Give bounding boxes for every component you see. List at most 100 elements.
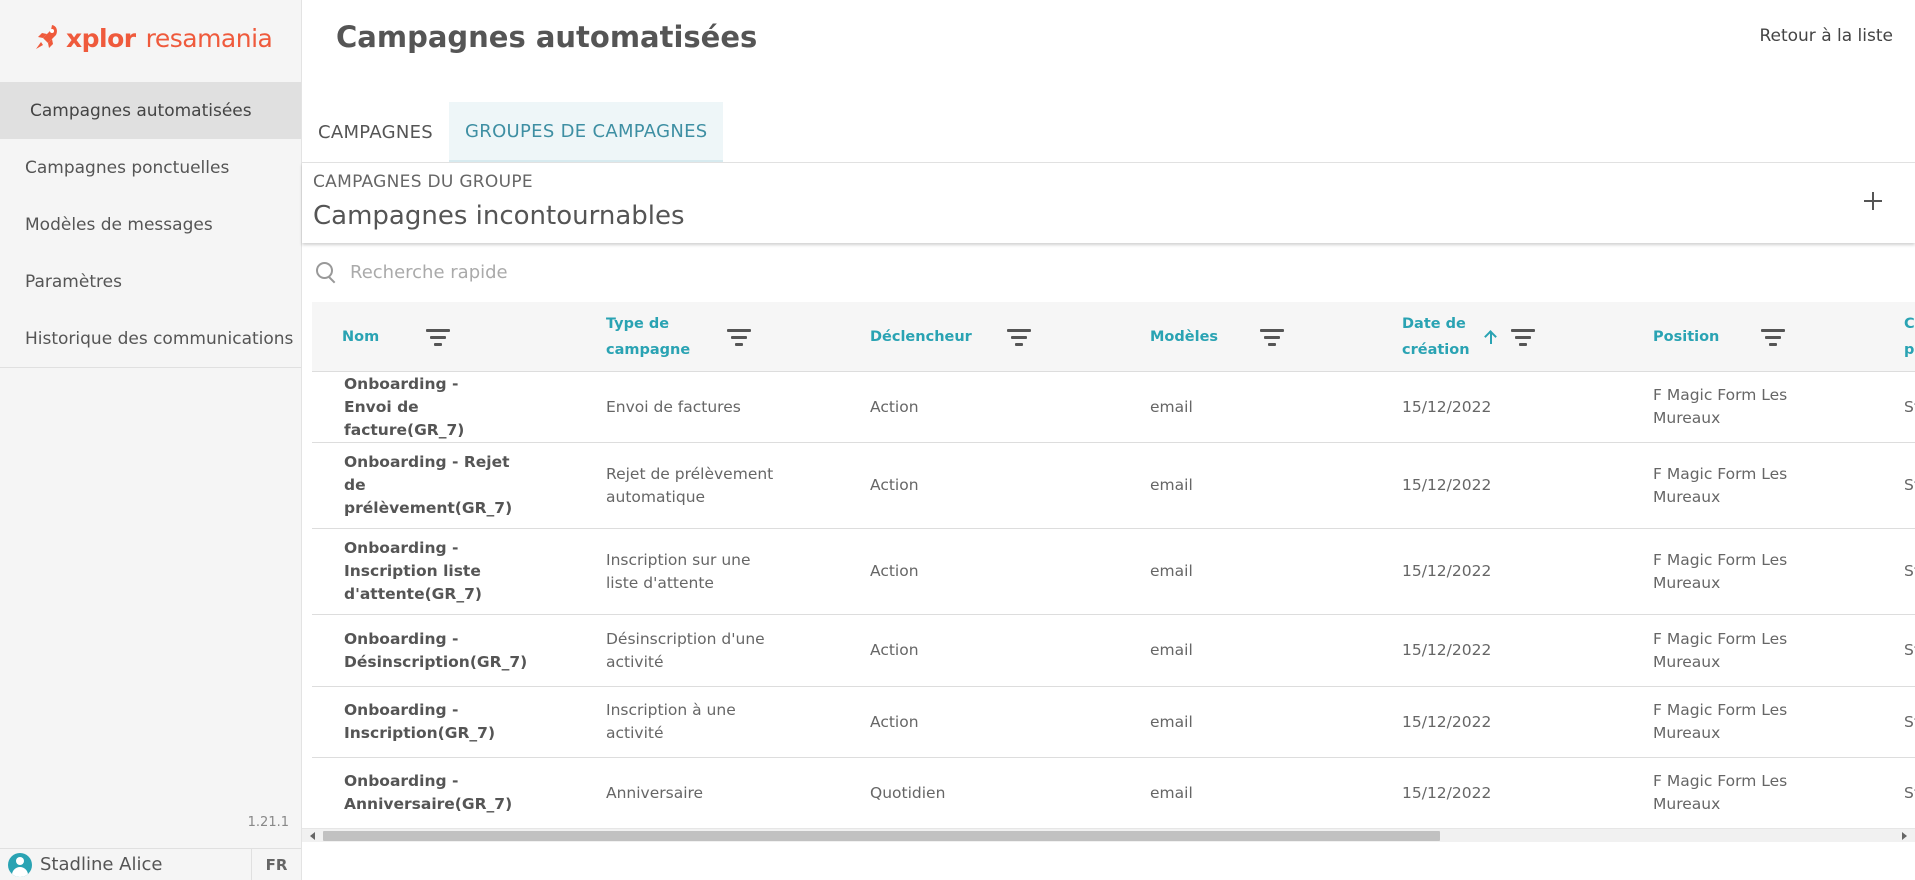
add-campaign-button[interactable]	[1859, 187, 1887, 215]
cell-type: Rejet de prélèvement automatique	[606, 464, 774, 506]
cell-type: Inscription à une activité	[606, 701, 736, 742]
sidebar-item-label: Campagnes automatisées	[30, 100, 252, 121]
scroll-right-icon[interactable]	[1902, 832, 1907, 840]
cell-declencheur: Action	[870, 397, 919, 416]
column-label[interactable]: Modèles	[1150, 324, 1218, 350]
cell-date: 15/12/2022	[1402, 476, 1492, 494]
cell-nom: Onboarding - Anniversaire(GR_7)	[344, 772, 513, 813]
table-row[interactable]: Onboarding - Inscription(GR_7) Inscripti…	[312, 687, 1915, 758]
column-label[interactable]: Cr pa	[1904, 311, 1915, 363]
cell-cree-par: St	[1904, 783, 1915, 802]
brand-logo[interactable]: xplor resamania	[34, 18, 273, 58]
cell-nom: Onboarding - Envoi de facture(GR_7)	[344, 374, 465, 439]
tab-campagnes[interactable]: CAMPAGNES	[302, 102, 449, 162]
quick-search	[314, 255, 1014, 289]
campaigns-table: Nom Type de campagne Déclencheur Modèles…	[312, 302, 1915, 830]
column-label[interactable]: Déclencheur	[870, 324, 972, 350]
cell-declencheur: Quotidien	[870, 783, 946, 802]
language-switch[interactable]: FR	[251, 849, 301, 880]
user-avatar-icon	[8, 852, 32, 877]
column-label[interactable]: Type de campagne	[606, 311, 696, 363]
cell-cree-par: St	[1904, 712, 1915, 731]
cell-position: F Magic Form Les Mureaux	[1653, 772, 1788, 813]
sidebar-item-modeles-de-messages[interactable]: Modèles de messages	[0, 196, 301, 253]
table-row[interactable]: Onboarding - Inscription liste d'attente…	[312, 529, 1915, 615]
scroll-left-icon[interactable]	[310, 832, 315, 840]
column-label[interactable]: Nom	[342, 324, 379, 350]
cell-modeles: email	[1150, 712, 1193, 731]
cell-declencheur: Action	[870, 476, 919, 494]
filter-icon[interactable]	[1510, 326, 1536, 348]
sidebar-item-label: Modèles de messages	[25, 214, 213, 235]
page-title: Campagnes automatisées	[336, 20, 758, 54]
cell-type: Envoi de factures	[606, 397, 741, 416]
column-header-modeles: Modèles	[1150, 302, 1218, 372]
cell-nom: Onboarding - Désinscription(GR_7)	[344, 629, 528, 671]
filter-icon[interactable]	[425, 326, 451, 348]
search-icon	[314, 260, 338, 284]
user-bar: Stadline Alice FR	[0, 848, 301, 880]
group-header: CAMPAGNES DU GROUPE Campagnes incontourn…	[302, 163, 1915, 243]
cell-position: F Magic Form Les Mureaux	[1653, 629, 1788, 671]
filter-icon[interactable]	[1006, 326, 1032, 348]
sidebar-item-campagnes-ponctuelles[interactable]: Campagnes ponctuelles	[0, 139, 301, 196]
table-row[interactable]: Onboarding - Envoi de facture(GR_7) Envo…	[312, 372, 1915, 443]
cell-position: F Magic Form Les Mureaux	[1653, 701, 1788, 742]
cell-date: 15/12/2022	[1402, 783, 1492, 802]
cell-position: F Magic Form Les Mureaux	[1653, 550, 1788, 592]
cell-position: F Magic Form Les Mureaux	[1653, 464, 1788, 506]
group-subtitle: CAMPAGNES DU GROUPE	[313, 172, 533, 192]
table-row[interactable]: Onboarding - Rejet de prélèvement(GR_7) …	[312, 443, 1915, 529]
sidebar-item-historique[interactable]: Historique des communications	[0, 310, 301, 367]
sort-ascending-icon[interactable]	[1483, 328, 1499, 346]
column-header-cree-par: Cr pa	[1904, 302, 1915, 372]
filter-icon[interactable]	[1760, 326, 1786, 348]
cell-nom: Onboarding - Inscription liste d'attente…	[344, 539, 482, 603]
cell-modeles: email	[1150, 641, 1193, 659]
brand-name-xplor: xplor	[66, 23, 136, 53]
cell-date: 15/12/2022	[1402, 641, 1492, 659]
cell-modeles: email	[1150, 783, 1193, 802]
app-version: 1.21.1	[247, 815, 289, 830]
cell-cree-par: St	[1904, 397, 1915, 416]
cell-modeles: email	[1150, 562, 1193, 580]
cell-declencheur: Action	[870, 562, 919, 580]
column-header-position: Position	[1653, 302, 1719, 372]
user-name: Stadline Alice	[40, 854, 163, 875]
sidebar-nav: Campagnes automatisées Campagnes ponctue…	[0, 82, 301, 368]
cell-cree-par: St	[1904, 476, 1915, 494]
user-menu[interactable]: Stadline Alice	[0, 849, 251, 880]
cell-nom: Onboarding - Inscription(GR_7)	[344, 701, 496, 742]
cell-declencheur: Action	[870, 641, 919, 659]
column-header-nom: Nom	[342, 302, 379, 372]
filter-icon[interactable]	[726, 326, 752, 348]
cell-declencheur: Action	[870, 712, 919, 731]
column-header-type: Type de campagne	[606, 302, 696, 372]
table-row[interactable]: Onboarding - Désinscription(GR_7) Désins…	[312, 615, 1915, 687]
sidebar-item-label: Campagnes ponctuelles	[25, 157, 230, 178]
sidebar-item-campagnes-automatisees[interactable]: Campagnes automatisées	[0, 82, 301, 139]
main-content: Campagnes automatisées Retour à la liste…	[302, 0, 1915, 880]
sidebar: xplor resamania Campagnes automatisées C…	[0, 0, 302, 880]
cell-modeles: email	[1150, 476, 1193, 494]
cell-date: 15/12/2022	[1402, 397, 1492, 416]
cell-cree-par: St	[1904, 562, 1915, 580]
horizontal-scrollbar[interactable]	[302, 828, 1915, 842]
rocket-icon	[36, 25, 57, 49]
cell-type: Anniversaire	[606, 783, 704, 802]
tab-groupes-de-campagnes[interactable]: GROUPES DE CAMPAGNES	[449, 102, 724, 162]
column-label[interactable]: Date de création	[1402, 311, 1477, 363]
filter-icon[interactable]	[1259, 326, 1285, 348]
scrollbar-thumb[interactable]	[323, 831, 1440, 841]
column-label[interactable]: Position	[1653, 324, 1719, 350]
table-row[interactable]: Onboarding - Anniversaire(GR_7) Annivers…	[312, 758, 1915, 829]
back-to-list-button[interactable]: Retour à la liste	[1759, 26, 1893, 46]
column-header-date: Date de création	[1402, 302, 1477, 372]
cell-date: 15/12/2022	[1402, 562, 1492, 580]
sidebar-item-parametres[interactable]: Paramètres	[0, 253, 301, 310]
tabs: CAMPAGNES GROUPES DE CAMPAGNES	[302, 102, 724, 162]
table-header: Nom Type de campagne Déclencheur Modèles…	[312, 302, 1915, 372]
search-input[interactable]	[350, 261, 950, 283]
sidebar-item-label: Paramètres	[25, 271, 122, 292]
cell-cree-par: St	[1904, 641, 1915, 659]
